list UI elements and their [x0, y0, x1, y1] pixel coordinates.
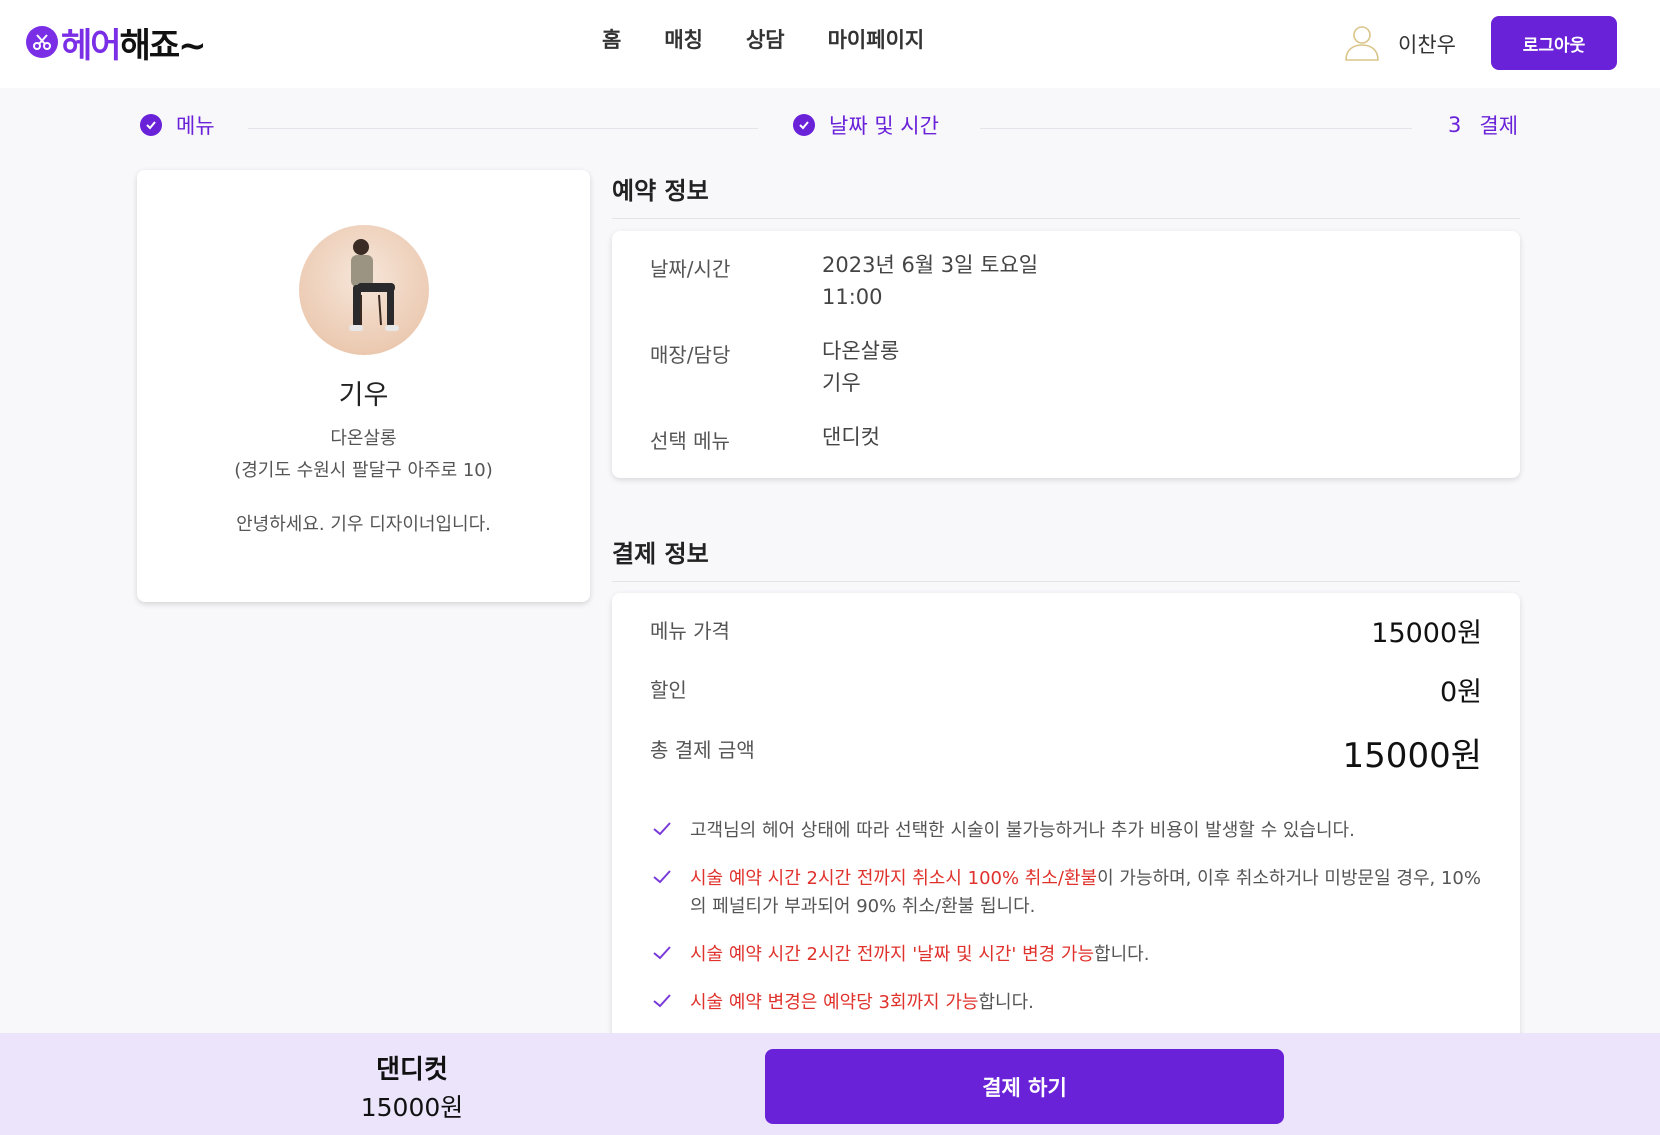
step-menu: 메뉴 — [140, 110, 215, 140]
check-icon — [652, 817, 672, 845]
notice-item: 시술 예약 시간 2시간 전까지 '날짜 및 시간' 변경 가능합니다. — [652, 941, 1482, 969]
nav-consult[interactable]: 상담 — [746, 24, 785, 56]
section-divider — [612, 581, 1520, 582]
check-circle-icon — [140, 114, 162, 136]
notice-item: 시술 예약 시간 2시간 전까지 취소시 100% 취소/환불이 가능하며, 이… — [652, 865, 1482, 921]
step-divider — [248, 128, 758, 129]
user-profile[interactable]: 이찬우 — [1342, 22, 1456, 66]
menu-label: 선택 메뉴 — [650, 429, 730, 453]
selected-menu: 댄디컷 — [376, 1055, 448, 1085]
time-value: 11:00 — [822, 285, 883, 309]
total-label: 총 결제 금액 — [650, 738, 755, 762]
discount-label: 할인 — [650, 678, 687, 702]
step-payment: 3 결제 — [1448, 110, 1518, 140]
reservation-title: 예약 정보 — [612, 177, 709, 205]
discount-value: 0원 — [1439, 677, 1482, 708]
step-label: 메뉴 — [176, 114, 215, 138]
pay-button[interactable]: 결제 하기 — [765, 1049, 1284, 1124]
logo-text: 헤어해죠~ — [61, 25, 207, 66]
nav-mypage[interactable]: 마이페이지 — [828, 24, 925, 56]
price-label: 메뉴 가격 — [650, 619, 730, 643]
notice-text: 시술 예약 시간 2시간 전까지 '날짜 및 시간' 변경 가능합니다. — [690, 944, 1150, 965]
shop-value: 다온살롱 — [822, 339, 900, 363]
nav-home[interactable]: 홈 — [602, 24, 621, 56]
designer-shop: 다온살롱 — [330, 428, 397, 449]
step-indicator: 메뉴 날짜 및 시간 3 결제 — [0, 104, 1660, 144]
bottom-checkout-bar: 댄디컷 15000원 결제 하기 — [0, 1033, 1660, 1135]
logo[interactable]: 헤어해죠~ — [26, 20, 207, 66]
notice-text: 고객님의 헤어 상태에 따라 선택한 시술이 불가능하거나 추가 비용이 발생할… — [690, 820, 1355, 841]
user-name: 이찬우 — [1398, 33, 1456, 57]
designer-name: 기우 — [338, 380, 389, 411]
top-header: 헤어해죠~ 홈 매칭 상담 마이페이지 이찬우 로그아웃 — [0, 0, 1660, 88]
logout-button[interactable]: 로그아웃 — [1491, 16, 1617, 70]
shop-label: 매장/담당 — [650, 343, 731, 367]
step-number: 3 — [1448, 113, 1462, 137]
check-circle-icon — [793, 114, 815, 136]
step-label: 날짜 및 시간 — [829, 114, 939, 138]
reservation-card: 날짜/시간 2023년 6월 3일 토요일 11:00 매장/담당 다온살롱 기… — [612, 231, 1520, 478]
main-nav: 홈 매칭 상담 마이페이지 — [602, 24, 967, 56]
check-icon — [652, 989, 672, 1017]
step-datetime: 날짜 및 시간 — [793, 110, 939, 140]
payment-title: 결제 정보 — [612, 540, 709, 568]
designer-intro: 안녕하세요. 기우 디자이너입니다. — [236, 514, 491, 535]
section-divider — [612, 218, 1520, 219]
price-value: 15000원 — [1371, 618, 1482, 649]
check-icon — [652, 865, 672, 921]
payment-card: 메뉴 가격 15000원 할인 0원 총 결제 금액 15000원 고객님의 헤… — [612, 593, 1520, 1073]
designer-avatar — [299, 225, 429, 355]
check-icon — [652, 941, 672, 969]
scissors-icon — [26, 26, 58, 58]
notice-text: 시술 예약 변경은 예약당 3회까지 가능합니다. — [690, 992, 1034, 1013]
date-value: 2023년 6월 3일 토요일 — [822, 253, 1039, 277]
menu-value: 댄디컷 — [822, 425, 880, 449]
date-label: 날짜/시간 — [650, 257, 731, 281]
selected-price: 15000원 — [360, 1093, 464, 1122]
notice-text: 시술 예약 시간 2시간 전까지 취소시 100% 취소/환불이 가능하며, 이… — [690, 868, 1481, 917]
user-outline-icon — [1342, 22, 1382, 66]
notice-item: 시술 예약 변경은 예약당 3회까지 가능합니다. — [652, 989, 1482, 1017]
total-value: 15000원 — [1342, 736, 1482, 776]
staff-value: 기우 — [822, 371, 861, 395]
step-label: 결제 — [1479, 114, 1519, 138]
notice-item: 고객님의 헤어 상태에 따라 선택한 시술이 불가능하거나 추가 비용이 발생할… — [652, 817, 1482, 845]
step-divider — [980, 128, 1412, 129]
nav-matching[interactable]: 매칭 — [664, 24, 703, 56]
designer-address: (경기도 수원시 팔달구 아주로 10) — [234, 460, 493, 481]
designer-card: 기우 다온살롱 (경기도 수원시 팔달구 아주로 10) 안녕하세요. 기우 디… — [137, 170, 590, 602]
